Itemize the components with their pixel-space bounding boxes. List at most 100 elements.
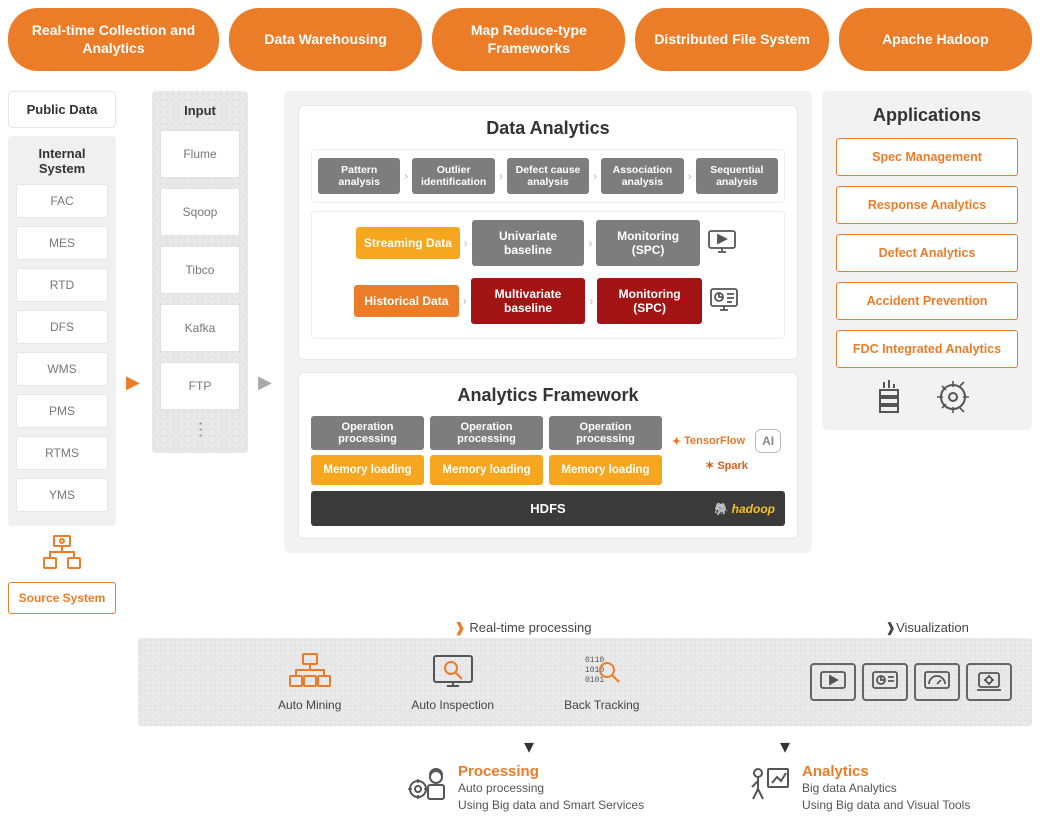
bottom-row: ▾ Processing Auto processing Using Big d… [8,732,1032,815]
play-monitor-icon [810,663,856,701]
processing-strip: Auto Mining Auto Inspection 011010100101… [138,638,1032,726]
bottom-proc-title: Processing [458,763,644,780]
bottom-ana-line2: Using Big data and Visual Tools [802,797,970,814]
chip-association: Association analysis [601,158,683,194]
applications-title: Applications [836,105,1018,126]
app-item[interactable]: Response Analytics [836,186,1018,224]
data-analytics-title: Data Analytics [311,118,785,139]
bottom-analytics: ▾ Analytics Big data Analytics Using Big… [748,732,1032,815]
internal-item: DFS [16,310,108,344]
worker-gear-icon [404,765,448,805]
pill-mapreduce: Map Reduce-type Frameworks [432,8,625,71]
app-item[interactable]: Spec Management [836,138,1018,176]
chevron-right-icon: › [588,236,592,250]
chip-icon [38,534,86,574]
streaming-row: Streaming Data› Univariate baseline› Mon… [356,220,739,266]
data-analytics-panel: Data Analytics Pattern analysis› Outlier… [298,105,798,360]
hdfs-label: HDFS [530,501,565,516]
monitor-chart-icon [706,287,742,316]
pill-dfs: Distributed File System [635,8,828,71]
input-item: Tibco [160,246,240,294]
internal-item: YMS [16,478,108,512]
internal-item: PMS [16,394,108,428]
chevron-right-icon: › [499,169,503,183]
chevron-right-icon: › [688,169,692,183]
hadoop-brand: 🐘 hadoop [713,502,775,516]
chip-univariate: Univariate baseline [472,220,585,266]
chip-defect: Defect cause analysis [507,158,589,194]
op-chip: Operation processing [311,416,424,450]
ai-badge: AI [755,429,781,453]
svg-text:0101: 0101 [585,676,604,685]
mid-label-right: ❱Visualization [822,620,1032,636]
analysis-chip-row: Pattern analysis› Outlier identification… [311,149,785,203]
public-data-column: Public Data Internal System FAC MES RTD … [8,91,116,614]
tensorflow-brand: ✦ TensorFlow [672,435,745,448]
input-item: Kafka [160,304,240,352]
bottom-ana-line1: Big data Analytics [802,780,970,797]
pill-hadoop: Apache Hadoop [839,8,1032,71]
chevron-right-icon: › [593,169,597,183]
chevron-right-icon: › [463,294,467,308]
source-system-button[interactable]: Source System [8,582,116,614]
chip-pattern: Pattern analysis [318,158,400,194]
app-item[interactable]: FDC Integrated Analytics [836,330,1018,368]
svg-text:0110: 0110 [585,656,604,665]
mem-chip: Memory loading [311,455,424,485]
proc-auto-mining: Auto Mining [278,652,341,712]
chip-streaming: Streaming Data [356,227,459,259]
top-pill-row: Real-time Collection and Analytics Data … [8,8,1032,71]
mid-label-left: ❱Real-time processing [244,620,802,636]
spark-brand: ✶ Spark [705,459,748,472]
presenter-chart-icon [748,765,792,805]
mem-chip: Memory loading [430,455,543,485]
app-item[interactable]: Defect Analytics [836,234,1018,272]
internal-item: MES [16,226,108,260]
input-item: Sqoop [160,188,240,236]
pie-monitor-icon [862,663,908,701]
dashboard-icon-group [772,663,1012,701]
arrow-icon: ▶ [126,372,142,393]
chip-multivariate: Multivariate baseline [471,278,585,324]
main-row: Public Data Internal System FAC MES RTD … [8,91,1032,614]
applications-column: Applications Spec Management Response An… [822,91,1032,430]
apps-icon [836,378,1018,416]
chip-monitoring: Monitoring (SPC) [596,220,699,266]
arrow-down-icon: ▾ [524,734,688,759]
bottom-processing: ▾ Processing Auto processing Using Big d… [404,732,688,815]
internal-item: WMS [16,352,108,386]
input-column: Input Flume Sqoop Tibco Kafka FTP ⋯ [152,91,248,453]
chevron-right-icon: › [404,169,408,183]
chip-historical: Historical Data [354,285,459,317]
chevron-right-icon: › [464,236,468,250]
chevron-down-icon: ❱ [885,620,896,635]
op-chip: Operation processing [549,416,662,450]
internal-system-title: Internal System [16,146,108,176]
arrow-down-icon: ▾ [780,734,1032,759]
internal-item: FAC [16,184,108,218]
framework-columns: Operation processingMemory loading Opera… [311,416,662,485]
historical-row: Historical Data› Multivariate baseline› … [354,278,742,324]
proc-label: Auto Mining [278,698,341,712]
chevron-right-icon: › [589,294,593,308]
bottom-proc-line2: Using Big data and Smart Services [458,797,644,814]
app-item[interactable]: Accident Prevention [836,282,1018,320]
processing-items: Auto Mining Auto Inspection 011010100101… [158,652,772,712]
proc-back-tracking: 011010100101 Back Tracking [564,652,639,712]
internal-item: RTMS [16,436,108,470]
pill-dw: Data Warehousing [229,8,422,71]
op-chip: Operation processing [430,416,543,450]
arrow-icon: ▶ [258,372,274,393]
chevron-down-icon: ❱ [454,620,465,635]
mid-label-row: ❱Real-time processing ❱Visualization [8,620,1032,636]
analytics-framework-panel: Analytics Framework Operation processing… [298,372,798,539]
proc-label: Back Tracking [564,698,639,712]
bottom-proc-line1: Auto processing [458,780,644,797]
input-item: Flume [160,130,240,178]
bottom-ana-title: Analytics [802,763,970,780]
monitor-play-icon [704,229,740,258]
framework-grid: Operation processingMemory loading Opera… [311,416,785,485]
more-dots-icon: ⋯ [190,391,211,471]
chip-monitoring: Monitoring (SPC) [597,278,702,324]
public-data-title: Public Data [8,91,116,128]
